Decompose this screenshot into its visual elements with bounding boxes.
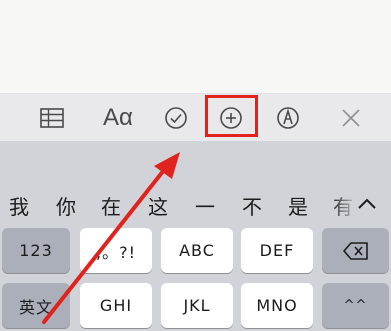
markup-pen-icon[interactable] [266,94,310,142]
candidate-item[interactable]: 是 [283,191,313,220]
key-123[interactable]: 123 [2,228,70,273]
keyboard-keys: 123 ,。?! ABC DEF 英文 GHI JKL MNO ^^ [0,225,391,331]
candidate-item[interactable]: 一 [190,191,220,220]
candidate-item[interactable]: 这 [143,191,173,220]
notes-toolbar: Aα [0,93,391,142]
key-emoticon[interactable]: ^^ [322,283,389,328]
key-def[interactable]: DEF [241,228,313,273]
key-english[interactable]: 英文 [2,283,70,328]
note-content-area[interactable] [0,0,391,93]
add-circle-icon[interactable] [209,94,253,142]
candidate-bar: 我 你 在 这 一 不 是 有 [0,183,391,225]
key-punctuation[interactable]: ,。?! [80,228,152,273]
table-icon[interactable] [30,94,74,142]
candidate-item[interactable]: 你 [51,191,81,220]
key-abc[interactable]: ABC [161,228,233,273]
backspace-icon [342,241,368,260]
close-icon[interactable] [329,94,373,142]
keyboard-top-bar [0,141,391,183]
key-ghi[interactable]: GHI [80,283,152,328]
candidate-item[interactable]: 我 [4,191,34,220]
key-mno[interactable]: MNO [241,283,313,328]
text-format-button[interactable]: Aα [94,94,142,142]
chevron-up-icon[interactable] [347,183,387,225]
key-jkl[interactable]: JKL [161,283,233,328]
delete-key[interactable] [322,228,389,273]
candidate-item[interactable]: 不 [237,191,267,220]
candidate-item[interactable]: 在 [96,191,126,220]
text-format-icon: Aα [103,104,133,131]
checklist-icon[interactable] [154,94,198,142]
